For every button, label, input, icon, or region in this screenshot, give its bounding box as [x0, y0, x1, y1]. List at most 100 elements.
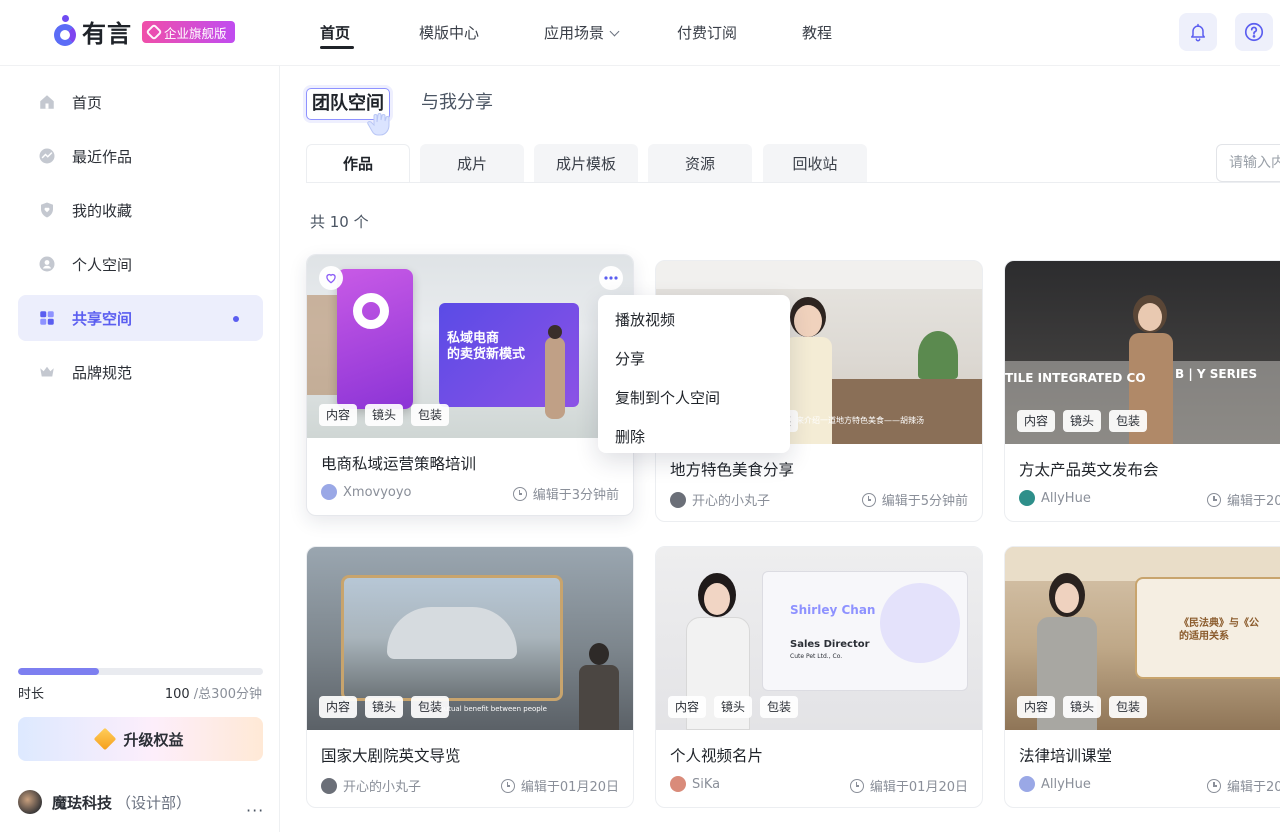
tag-camera: 镜头 — [365, 404, 404, 426]
edit-time-text: 编辑于5分钟前 — [881, 494, 968, 509]
edit-time-text: 编辑于20 — [1227, 780, 1280, 795]
author-name: AllyHue — [1041, 490, 1091, 506]
sidebar-item-shared[interactable]: 共享空间 — [18, 295, 263, 341]
card-author: Xmovyoyo — [321, 484, 412, 500]
sidebar-item-label: 共享空间 — [72, 309, 133, 328]
project-card[interactable]: 《民法典》与《公 的适用关系 内容 镜头 包装 法律培训课堂 AllyHue 编辑… — [1004, 546, 1280, 808]
tag-packaging: 包装 — [760, 696, 799, 718]
author-avatar — [670, 491, 686, 508]
app-logo[interactable]: 有言 — [52, 14, 132, 49]
tag-content: 内容 — [319, 404, 358, 426]
duration-total: /总300分钟 — [189, 687, 262, 702]
edit-time-text: 编辑于01月20日 — [869, 780, 968, 795]
project-card[interactable]: Shirley Chan Sales Director Cute Pet Ltd… — [655, 546, 983, 808]
card-title: 方太产品英文发布会 — [1019, 461, 1159, 479]
sidebar-item-favorites[interactable]: 我的收藏 — [18, 187, 263, 233]
tab-shared-with-me[interactable]: 与我分享 — [421, 88, 493, 120]
menu-item-copy-to-personal[interactable]: 复制到个人空间 — [598, 379, 790, 418]
sidebar: 首页 最近作品 我的收藏 个人空间 共享空间 品牌规范 时长 100 /总300… — [0, 66, 280, 832]
clock-icon — [500, 778, 515, 793]
nav-item-subscription[interactable]: 付费订阅 — [677, 22, 737, 43]
card-thumbnail: Shirley Chan Sales Director Cute Pet Ltd… — [656, 547, 982, 730]
project-card[interactable]: mutual benefit between people 内容 镜头 包装 国… — [306, 546, 634, 808]
clock-icon — [512, 486, 527, 501]
upgrade-label: 升级权益 — [123, 730, 184, 749]
sidebar-item-home[interactable]: 首页 — [18, 79, 263, 125]
thumb-caption: 《民法典》与《公 的适用关系 — [1179, 618, 1259, 642]
upgrade-button[interactable]: 升级权益 — [18, 717, 263, 761]
menu-item-share[interactable]: 分享 — [598, 340, 790, 379]
menu-item-play-video[interactable]: 播放视频 — [598, 301, 790, 340]
sidebar-item-label: 最近作品 — [72, 147, 133, 166]
card-tags: 内容 镜头 包装 — [319, 404, 450, 426]
diamond-icon — [94, 727, 117, 751]
crown-icon — [38, 363, 56, 381]
nav-item-home[interactable]: 首页 — [320, 22, 354, 49]
more-options-icon[interactable]: ··· — [246, 801, 264, 820]
nav-item-templates[interactable]: 模版中心 — [419, 22, 479, 43]
duration-used: 100 — [164, 687, 190, 702]
card-title: 国家大剧院英文导览 — [321, 747, 461, 765]
card-tags: 内容 镜头 包装 — [1017, 696, 1148, 718]
subtab-resources[interactable]: 资源 — [648, 144, 752, 182]
card-edit-time: 编辑于01月20日 — [500, 776, 619, 795]
author-name: AllyHue — [1041, 776, 1091, 792]
thumb-role: Sales Director — [790, 639, 870, 650]
logo-mark-icon — [52, 14, 78, 49]
nav-label: 教程 — [802, 24, 833, 42]
card-edit-time: 编辑于20 — [1207, 490, 1280, 509]
card-edit-time: 编辑于20 — [1207, 776, 1280, 795]
thumb-caption: B | Y SERIES — [1175, 367, 1258, 381]
nav-item-tutorial[interactable]: 教程 — [802, 22, 832, 43]
tag-packaging: 包装 — [411, 404, 450, 426]
user-profile[interactable]: 魔珐科技 （设计部） — [18, 790, 191, 814]
duration-progress-bar — [18, 668, 263, 675]
card-thumbnail: 私域电商 的卖货新模式 内容 镜头 包装 — [307, 255, 633, 438]
more-dots-icon — [604, 276, 618, 280]
tag-camera: 镜头 — [365, 696, 404, 718]
author-avatar — [321, 484, 337, 500]
recent-icon — [38, 147, 56, 165]
notification-button[interactable] — [1179, 13, 1217, 51]
author-name: Xmovyoyo — [343, 484, 412, 500]
favorite-button[interactable] — [319, 266, 343, 290]
edition-label: 企业旗舰版 — [164, 25, 227, 41]
home-icon — [38, 93, 56, 111]
sidebar-item-personal[interactable]: 个人空间 — [18, 241, 263, 287]
tag-packaging: 包装 — [1109, 410, 1148, 432]
tag-packaging: 包装 — [1109, 696, 1148, 718]
card-thumbnail: TILE INTEGRATED CO B | Y SERIES 内容 镜头 包装 — [1005, 261, 1280, 444]
card-author: 开心的小丸子 — [321, 776, 421, 795]
subtab-video-templates[interactable]: 成片模板 — [534, 144, 638, 182]
tag-content: 内容 — [668, 696, 707, 718]
sidebar-item-recent[interactable]: 最近作品 — [18, 133, 263, 179]
card-more-button[interactable] — [599, 266, 623, 290]
subtab-videos[interactable]: 成片 — [420, 144, 524, 182]
grid-icon — [38, 309, 56, 327]
menu-item-delete[interactable]: 删除 — [598, 418, 790, 457]
clock-icon — [861, 492, 876, 507]
edition-badge: 企业旗舰版 — [142, 21, 235, 43]
search-input[interactable]: 请输入内 — [1216, 144, 1280, 182]
clock-icon — [849, 778, 864, 793]
author-avatar — [1019, 490, 1035, 506]
author-avatar — [1019, 776, 1035, 792]
card-tags: 内容 镜头 包装 — [1017, 410, 1148, 432]
clock-icon — [1207, 778, 1221, 793]
tag-camera: 镜头 — [1063, 410, 1102, 432]
project-card[interactable]: 私域电商 的卖货新模式 内容 镜头 包装 电商私域运营策略培训 Xmovyoyo … — [306, 254, 634, 516]
duration-progress-fill — [18, 668, 99, 675]
nav-item-scenarios[interactable]: 应用场景 — [544, 22, 620, 43]
org-name: 魔珐科技 — [52, 793, 113, 812]
subtab-recycle-bin[interactable]: 回收站 — [763, 144, 867, 182]
project-card[interactable]: TILE INTEGRATED CO B | Y SERIES 内容 镜头 包装… — [1004, 260, 1280, 522]
nav-label: 首页 — [320, 24, 351, 42]
help-button[interactable] — [1235, 13, 1273, 51]
clock-icon — [1207, 492, 1221, 507]
help-icon — [1244, 22, 1264, 42]
subtab-works[interactable]: 作品 — [306, 144, 410, 182]
duration-label: 时长 — [18, 687, 45, 702]
sidebar-item-brand[interactable]: 品牌规范 — [18, 349, 263, 395]
sidebar-item-label: 我的收藏 — [72, 201, 133, 220]
nav-label: 模版中心 — [419, 24, 480, 42]
